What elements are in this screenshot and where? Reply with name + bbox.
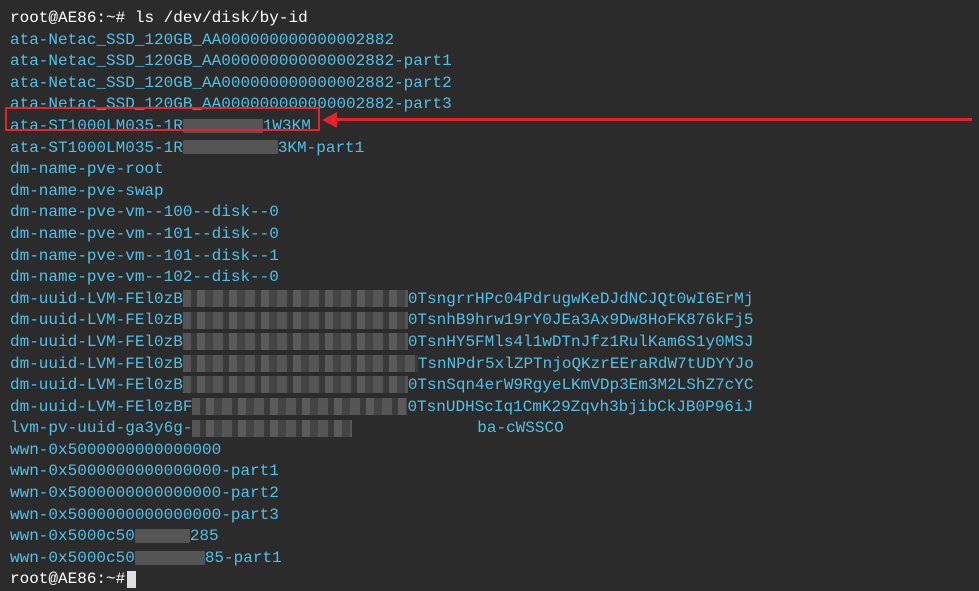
- output-line: wwn-0x5000000000000000-part2: [10, 483, 969, 505]
- prompt-hash: #: [116, 570, 126, 588]
- prompt-line-2[interactable]: root@AE86:~#: [10, 569, 969, 591]
- output-line: ata-Netac_SSD_120GB_AA000000000000002882…: [10, 94, 969, 116]
- disk-id-suffix: 3KM-part1: [278, 139, 364, 157]
- output-line: dm-name-pve-root: [10, 159, 969, 181]
- prompt-line-1[interactable]: root@AE86:~# ls /dev/disk/by-id: [10, 8, 969, 30]
- command-text: ls /dev/disk/by-id: [135, 9, 308, 27]
- redacted-segment: [135, 551, 205, 565]
- output-line: dm-name-pve-vm--101--disk--0: [10, 224, 969, 246]
- prompt-path: ~: [106, 570, 116, 588]
- disk-id-prefix: ata-ST1000LM035-1R: [10, 139, 183, 157]
- prompt-colon: :: [96, 570, 106, 588]
- redacted-segment: [183, 140, 278, 154]
- output-line-highlighted: ata-ST1000LM035-1R 1W3KM: [10, 116, 969, 138]
- output-line: dm-name-pve-vm--100--disk--0: [10, 202, 969, 224]
- output-line: wwn-0x5000000000000000: [10, 440, 969, 462]
- redacted-segment: [183, 333, 408, 350]
- redacted-segment: [183, 119, 263, 133]
- output-line: dm-name-pve-swap: [10, 181, 969, 203]
- output-line: wwn-0x5000c5085-part1: [10, 548, 969, 570]
- output-line: dm-name-pve-vm--102--disk--0: [10, 267, 969, 289]
- disk-id-prefix: ata-ST1000LM035-1R: [10, 117, 183, 135]
- output-line: dm-uuid-LVM-FEl0zBF0TsnUDHScIq1CmK29Zqvh…: [10, 397, 969, 419]
- output-line: dm-uuid-LVM-FEl0zB0TsngrrHPc04PdrugwKeDJ…: [10, 289, 969, 311]
- redacted-segment: [183, 355, 418, 372]
- output-line: dm-uuid-LVM-FEl0zB0TsnHY5FMls4l1wDTnJfz1…: [10, 332, 969, 354]
- prompt-user-host: root@AE86: [10, 570, 96, 588]
- prompt-path: ~: [106, 9, 116, 27]
- output-line: ata-Netac_SSD_120GB_AA000000000000002882…: [10, 73, 969, 95]
- redacted-segment: [192, 420, 352, 437]
- redacted-segment: [192, 398, 407, 415]
- redacted-segment: [135, 529, 190, 543]
- output-line: lvm-pv-uuid-ga3y6g- ba-cWSSCO: [10, 418, 969, 440]
- redacted-segment: [183, 290, 408, 307]
- cursor: [127, 571, 136, 588]
- prompt-colon: :: [96, 9, 106, 27]
- prompt-user-host: root@AE86: [10, 9, 96, 27]
- output-line: ata-Netac_SSD_120GB_AA000000000000002882: [10, 30, 969, 52]
- redacted-segment: [183, 312, 408, 329]
- disk-id-suffix: 1W3KM: [263, 117, 311, 135]
- output-line: dm-uuid-LVM-FEl0zB0TsnSqn4erW9RgyeLKmVDp…: [10, 375, 969, 397]
- output-line: dm-uuid-LVM-FEl0zBTsnNPdr5xlZPTnjoQKzrEE…: [10, 354, 969, 376]
- prompt-hash: #: [116, 9, 126, 27]
- output-line: dm-name-pve-vm--101--disk--1: [10, 246, 969, 268]
- output-line: dm-uuid-LVM-FEl0zB0TsnhB9hrw19rY0JEa3Ax9…: [10, 310, 969, 332]
- output-line: ata-Netac_SSD_120GB_AA000000000000002882…: [10, 51, 969, 73]
- output-line: wwn-0x5000000000000000-part1: [10, 461, 969, 483]
- output-line: ata-ST1000LM035-1R 3KM-part1: [10, 138, 969, 160]
- output-line: wwn-0x5000c50285: [10, 526, 969, 548]
- output-line: wwn-0x5000000000000000-part3: [10, 505, 969, 527]
- redacted-segment: [183, 376, 408, 393]
